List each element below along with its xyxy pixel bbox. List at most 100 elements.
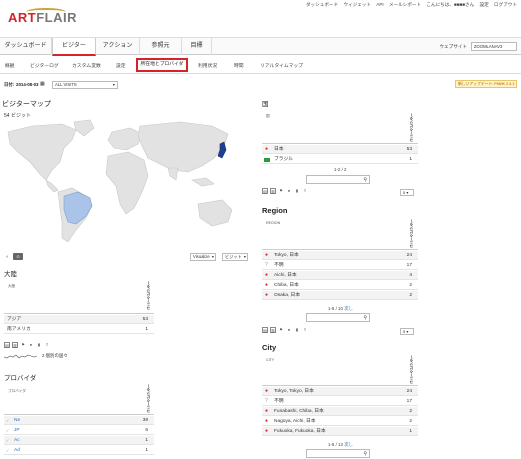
link-api[interactable]: API xyxy=(376,2,383,7)
city-col-metric[interactable]: ユニークビジター xyxy=(408,355,413,384)
table-row[interactable]: ● Fukuoka, Fukuoka, 日本 1 xyxy=(262,427,418,436)
calendar-icon[interactable]: ▦ xyxy=(40,81,45,87)
table-row[interactable]: ● Tokyo, Tokyo, 日本 24 xyxy=(262,387,418,396)
segment-select[interactable]: ALL VISITS ▾ xyxy=(52,81,118,89)
table-row[interactable]: アジア 53 xyxy=(4,315,154,324)
country-limit-select[interactable]: 5 ▾ xyxy=(400,189,414,196)
export-icon[interactable]: ⇪ xyxy=(302,327,308,333)
bar-chart-icon[interactable]: ▮ xyxy=(36,342,42,348)
table-row[interactable]: ● Chiba, 日本 2 xyxy=(262,281,418,290)
japan-flag-icon: ● xyxy=(265,292,269,298)
japan-flag-icon: ● xyxy=(265,252,269,258)
update-notice[interactable]: 新しいアップデート: PIWIK 2.4.1 xyxy=(455,80,517,88)
search-icon[interactable]: ⚲ xyxy=(363,451,367,457)
tab-visitors[interactable]: ビジター xyxy=(52,38,96,56)
top-links: ダッシュボード ウィジェット API メールレポート こんにちは、■■■■さん … xyxy=(302,2,517,8)
city-title: City xyxy=(262,343,277,352)
info-icon[interactable]: ⊙ xyxy=(13,253,23,260)
region-col-metric[interactable]: ユニークビジター xyxy=(408,218,413,248)
continent-col-label[interactable]: 大陸 xyxy=(8,284,15,289)
tab-actions[interactable]: アクション xyxy=(96,38,140,55)
link-settings[interactable]: 設定 xyxy=(480,2,489,7)
table-row[interactable]: ? 不明 17 xyxy=(262,261,418,270)
link-widgets[interactable]: ウィジェット xyxy=(343,2,371,7)
subtab-realtime-map[interactable]: リアルタイムマップ xyxy=(260,62,303,69)
region-title: Region xyxy=(262,206,288,215)
provider-icon: ✓ xyxy=(6,418,10,423)
subtab-engagement[interactable]: 利用状況 xyxy=(198,62,217,69)
link-logout[interactable]: ログアウト xyxy=(494,2,517,7)
region-next-link[interactable]: 次し xyxy=(344,306,353,311)
table-row[interactable]: ● Aichi, 日本 4 xyxy=(262,271,418,280)
map-metric-select[interactable]: ビジット ▾ xyxy=(222,253,248,261)
japan-flag-icon: ● xyxy=(265,408,269,414)
zoom-out-icon[interactable]: ◐ xyxy=(6,254,9,260)
provider-col-metric[interactable]: ユニークビジター xyxy=(145,383,150,413)
pin-icon[interactable]: ● xyxy=(286,327,292,333)
bar-chart-icon[interactable]: ▮ xyxy=(294,188,300,194)
brand-logo[interactable]: ARTFLAIR xyxy=(8,8,77,28)
table-row[interactable]: ✓ JP 6 xyxy=(4,426,154,435)
subtab-times[interactable]: 時間 xyxy=(234,62,244,69)
export-icon[interactable]: ⇪ xyxy=(44,342,50,348)
region-pager: 1-5 / 10 次し xyxy=(328,306,353,311)
subtab-locations-provider[interactable]: 所在地とプロバイダ xyxy=(136,58,188,72)
table-icon[interactable]: ▤ xyxy=(262,327,268,333)
flag-icon[interactable]: ⚑ xyxy=(278,188,284,194)
city-next-link[interactable]: 次し xyxy=(344,442,353,447)
city-table: CITY ユニークビジター ● Tokyo, Tokyo, 日本 24 ? 不明… xyxy=(262,353,418,441)
subtab-settings[interactable]: 設定 xyxy=(116,62,126,69)
tab-dashboard[interactable]: ダッシュボード xyxy=(0,38,52,55)
table-row[interactable]: ? 不明 17 xyxy=(262,397,418,406)
table-row[interactable]: ● Funabashi, Chiba, 日本 2 xyxy=(262,407,418,416)
flag-icon[interactable]: ⚑ xyxy=(20,342,26,348)
table-more-icon[interactable]: ▥ xyxy=(270,188,276,194)
table-icon[interactable]: ▤ xyxy=(4,342,10,348)
tab-referrers[interactable]: 参照元 xyxy=(140,38,182,55)
table-row[interactable]: ブラジル 1 xyxy=(262,155,418,164)
city-search-input[interactable]: ⚲ xyxy=(306,449,370,458)
table-row[interactable]: ✓ Ne 38 xyxy=(4,416,154,425)
search-icon[interactable]: ⚲ xyxy=(363,177,367,183)
table-more-icon[interactable]: ▥ xyxy=(270,327,276,333)
country-col-metric[interactable]: ユニークビジター xyxy=(408,112,413,142)
city-table-header: CITY ユニークビジター xyxy=(262,353,418,386)
tab-goals[interactable]: 目標 xyxy=(182,38,212,55)
export-icon[interactable]: ⇪ xyxy=(302,188,308,194)
flag-icon[interactable]: ⚑ xyxy=(278,327,284,333)
table-row[interactable]: ● 日本 53 xyxy=(262,145,418,154)
table-icon[interactable]: ▤ xyxy=(262,188,268,194)
bar-chart-icon[interactable]: ▮ xyxy=(294,327,300,333)
city-col-label[interactable]: CITY xyxy=(266,358,274,362)
sparkline xyxy=(4,354,38,359)
table-row[interactable]: 南アメリカ 1 xyxy=(4,325,154,334)
country-search-input[interactable]: ⚲ xyxy=(306,175,370,184)
provider-icon: ✓ xyxy=(6,428,10,433)
subtab-visitor-log[interactable]: ビジターログ xyxy=(30,62,59,69)
greeting: こんにちは、■■■■さん xyxy=(426,2,475,7)
subtab-custom-vars[interactable]: カスタム変数 xyxy=(72,62,101,69)
provider-col-label[interactable]: プロバイダ xyxy=(8,389,26,394)
table-row[interactable]: ● Osaka, 日本 2 xyxy=(262,291,418,300)
date-value[interactable]: 2014-08-03 xyxy=(16,82,38,87)
pin-icon[interactable]: ● xyxy=(28,342,34,348)
table-row[interactable]: ● Nagoya, Aichi, 日本 2 xyxy=(262,417,418,426)
region-search-input[interactable]: ⚲ xyxy=(306,313,370,322)
region-col-label[interactable]: REGION xyxy=(266,221,280,225)
map-visualize-select[interactable]: Visualize ▾ xyxy=(190,253,216,261)
japan-flag-icon: ● xyxy=(265,272,269,278)
subtab-overview[interactable]: 概観 xyxy=(5,62,15,69)
country-col-label[interactable]: 国 xyxy=(266,114,270,119)
link-email-reports[interactable]: メールレポート xyxy=(389,2,421,7)
world-map[interactable] xyxy=(2,118,252,248)
table-row[interactable]: ● Tokyo, 日本 24 xyxy=(262,251,418,260)
table-more-icon[interactable]: ▥ xyxy=(12,342,18,348)
continent-col-metric[interactable]: ユニークビジター xyxy=(145,280,150,310)
region-limit-select[interactable]: 5 ▾ xyxy=(400,328,414,335)
pin-icon[interactable]: ● xyxy=(286,188,292,194)
table-row[interactable]: ✓ Ac 1 xyxy=(4,436,154,445)
table-row[interactable]: ✓ Ad 1 xyxy=(4,446,154,455)
search-icon[interactable]: ⚲ xyxy=(363,315,367,321)
site-selector[interactable]: ZOOMLANAV3 xyxy=(471,42,517,51)
link-dashboard[interactable]: ダッシュボード xyxy=(306,2,338,7)
